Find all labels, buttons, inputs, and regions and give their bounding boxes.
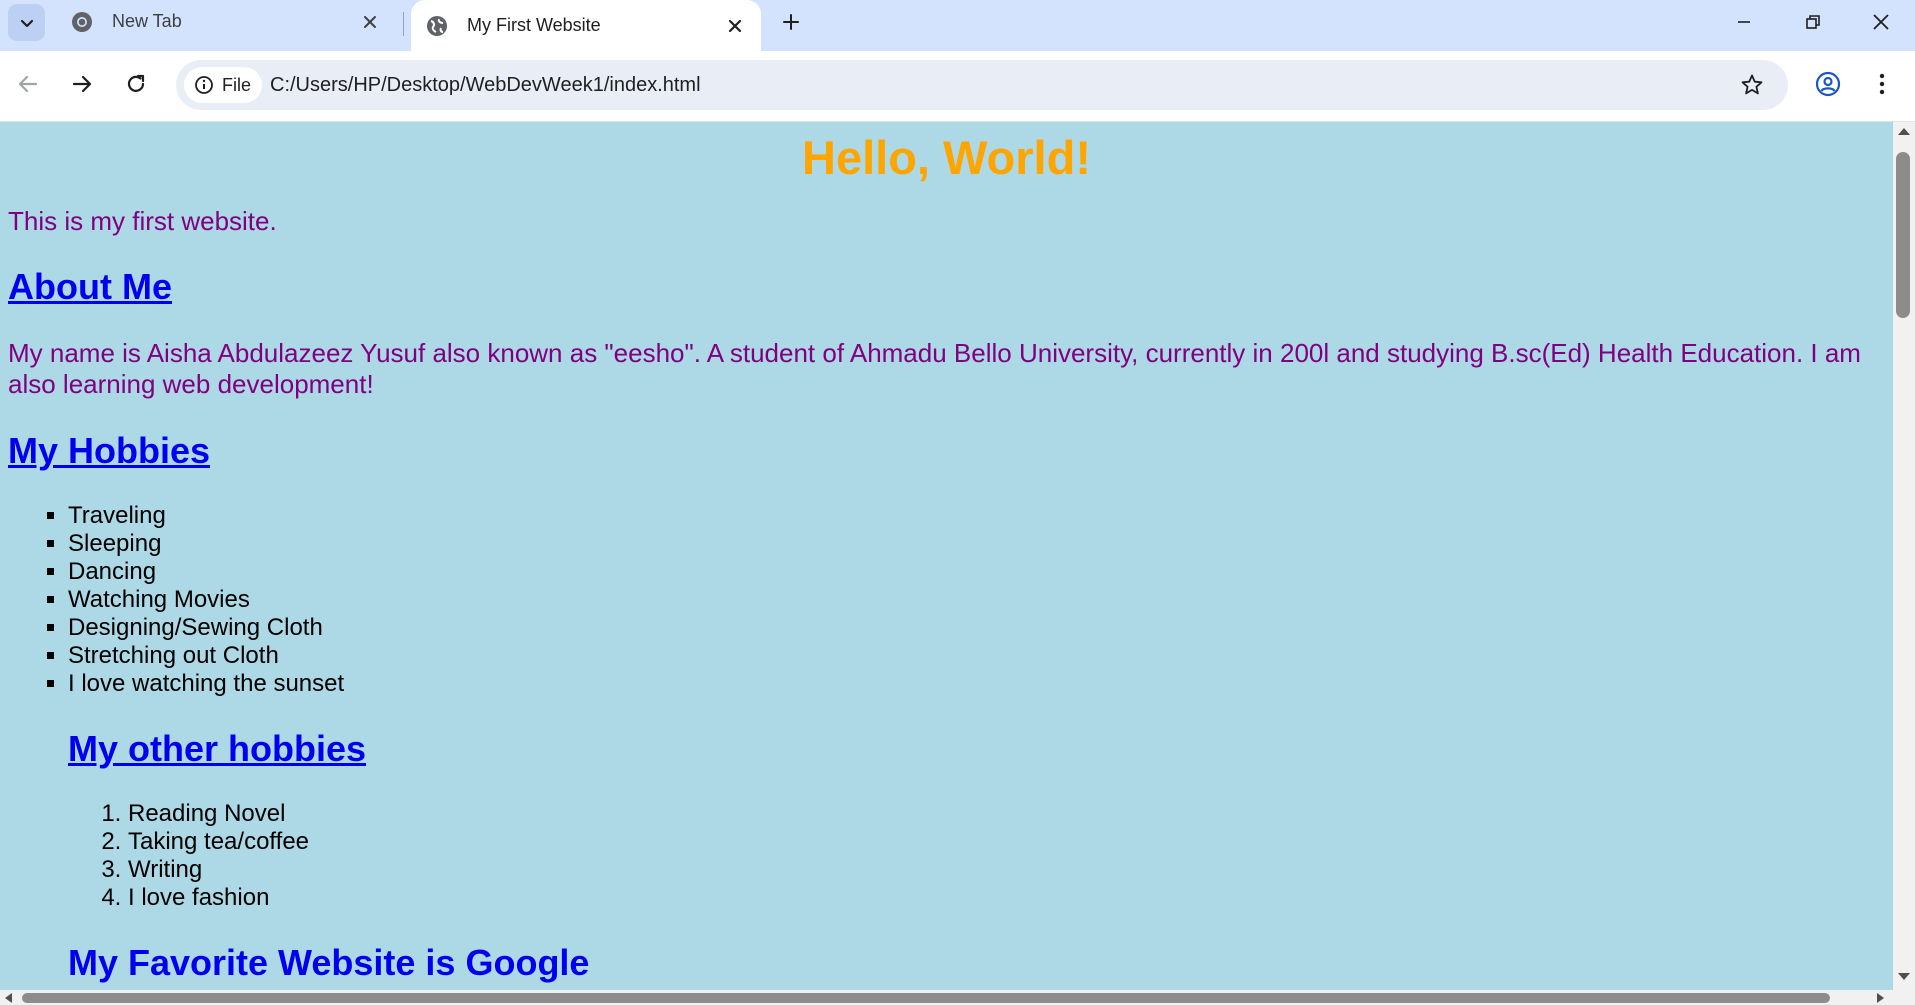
- close-icon: [1872, 13, 1889, 30]
- arrow-left-icon: [18, 75, 38, 93]
- more-vertical-icon: [1879, 73, 1885, 95]
- list-item: Sleeping: [68, 530, 1885, 558]
- url-text[interactable]: C:/Users/HP/Desktop/WebDevWeek1/index.ht…: [270, 60, 701, 110]
- list-item: Dancing: [68, 558, 1885, 586]
- list-item: Taking tea/coffee: [128, 828, 1885, 856]
- page-viewport: Hello, World! This is my first website. …: [0, 122, 1893, 990]
- forward-button[interactable]: [62, 64, 102, 104]
- scroll-up-arrow-icon[interactable]: [1897, 126, 1911, 136]
- tab-title: My First Website: [467, 15, 601, 35]
- nested-section: My other hobbies Reading Novel Taking te…: [68, 728, 1885, 984]
- minimize-button[interactable]: [1709, 0, 1778, 43]
- other-hobbies-list: Reading Novel Taking tea/coffee Writing …: [68, 800, 1885, 912]
- vertical-scroll-thumb[interactable]: [1896, 152, 1910, 318]
- bookmark-star-button[interactable]: [1738, 71, 1766, 99]
- horizontal-scroll-thumb[interactable]: [22, 993, 1830, 1003]
- tab-my-first-website[interactable]: My First Website: [411, 0, 761, 51]
- list-item: Traveling: [68, 502, 1885, 530]
- list-item: I love fashion: [128, 884, 1885, 912]
- scroll-right-arrow-icon[interactable]: [1876, 992, 1886, 1004]
- address-bar[interactable]: File C:/Users/HP/Desktop/WebDevWeek1/ind…: [176, 60, 1788, 110]
- about-heading: About Me: [8, 266, 1885, 308]
- profile-button[interactable]: [1808, 64, 1848, 104]
- hobbies-heading: My Hobbies: [8, 430, 1885, 472]
- my-hobbies-link[interactable]: My Hobbies: [8, 430, 210, 471]
- tab-title: New Tab: [112, 11, 182, 31]
- profile-icon: [1815, 71, 1841, 97]
- reload-icon: [127, 74, 145, 92]
- reload-button[interactable]: [116, 64, 156, 104]
- close-window-button[interactable]: [1846, 0, 1915, 43]
- favorite-website-heading: My Favorite Website is Google: [68, 942, 590, 983]
- hobbies-list: Traveling Sleeping Dancing Watching Movi…: [8, 502, 1885, 698]
- site-info-label: File: [222, 74, 252, 95]
- list-item: Designing/Sewing Cloth: [68, 614, 1885, 642]
- page-body: Hello, World! This is my first website. …: [0, 130, 1893, 984]
- plus-icon: [783, 14, 799, 30]
- minimize-icon: [1737, 20, 1750, 23]
- restore-button[interactable]: [1778, 0, 1847, 43]
- tab-new-tab[interactable]: New Tab: [56, 0, 396, 43]
- browser-toolbar: File C:/Users/HP/Desktop/WebDevWeek1/ind…: [0, 51, 1915, 122]
- my-other-hobbies-link[interactable]: My other hobbies: [68, 728, 366, 769]
- info-icon: [194, 75, 214, 95]
- list-item: Writing: [128, 856, 1885, 884]
- about-me-link[interactable]: About Me: [8, 266, 172, 307]
- site-info-chip[interactable]: File: [184, 67, 262, 103]
- close-icon[interactable]: [723, 14, 747, 38]
- close-icon[interactable]: [358, 10, 382, 34]
- list-item: Watching Movies: [68, 586, 1885, 614]
- new-tab-button[interactable]: [777, 8, 805, 36]
- list-item: Reading Novel: [128, 800, 1885, 828]
- other-hobbies-heading: My other hobbies: [68, 728, 1885, 770]
- tab-search-button[interactable]: [8, 4, 45, 41]
- intro-text: This is my first website.: [8, 206, 277, 236]
- arrow-right-icon: [72, 75, 92, 93]
- tab-separator: [403, 12, 404, 36]
- restore-icon: [1805, 14, 1820, 29]
- chevron-down-icon: [20, 19, 33, 27]
- back-button[interactable]: [8, 64, 48, 104]
- globe-icon: [425, 14, 449, 38]
- menu-button[interactable]: [1862, 64, 1902, 104]
- scroll-left-arrow-icon[interactable]: [3, 992, 13, 1004]
- tab-strip: New Tab My First Website: [0, 0, 1915, 51]
- star-icon: [1741, 74, 1763, 95]
- list-item: Stretching out Cloth: [68, 642, 1885, 670]
- chrome-icon: [70, 10, 94, 34]
- bio-text: My name is Aisha Abdulazeez Yusuf also k…: [8, 338, 1861, 399]
- page-heading: Hello, World!: [802, 131, 1091, 184]
- scroll-down-arrow-icon[interactable]: [1897, 972, 1911, 982]
- list-item: I love watching the sunset: [68, 670, 1885, 698]
